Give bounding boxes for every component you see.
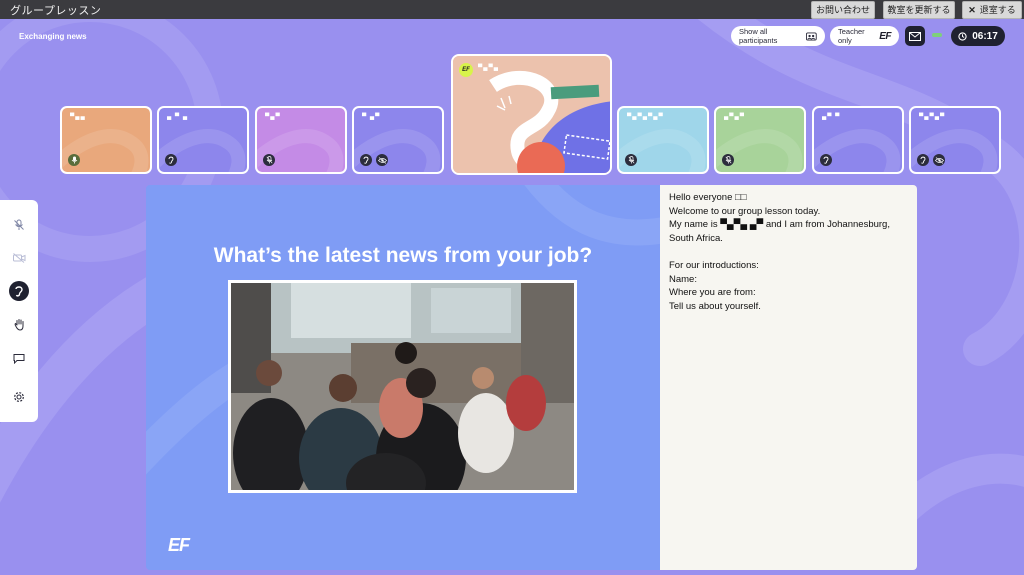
lesson-timer: 06:17	[951, 26, 1005, 46]
teacher-only-button[interactable]: Teacher only EF	[830, 26, 899, 46]
chat-line: South Africa.	[669, 232, 723, 244]
lesson-title: Exchanging news	[19, 32, 87, 41]
raise-hand-button[interactable]	[9, 314, 29, 334]
audience-photo-placeholder	[231, 283, 574, 490]
participant-status-icons	[68, 154, 80, 166]
participant-status-icons	[165, 154, 177, 166]
exit-button-label: 退室する	[979, 5, 1016, 15]
participant-name: ▄▀ ▀	[822, 114, 841, 120]
refresh-button-label: 教室を更新する	[887, 5, 951, 15]
participant-status-icons	[360, 154, 388, 166]
listen-mode-button[interactable]	[9, 281, 29, 301]
window-titlebar: グループレッスン お問い合わせ 教室を更新する ✕ 退室する	[0, 0, 1024, 19]
participant-status-icons	[917, 154, 945, 166]
teacher-video-placeholder	[453, 56, 610, 173]
participant-name: ▀▄▄	[70, 114, 86, 120]
show-all-label: Show all participants	[739, 27, 778, 45]
chat-icon	[13, 353, 25, 364]
ear-icon	[820, 154, 832, 166]
participant-name: ▀ ▄▀	[362, 114, 381, 120]
window-title: グループレッスン	[10, 4, 102, 17]
chat-line: Hello everyone □□	[669, 192, 747, 203]
participant-name: ▄▀▄▀	[724, 114, 746, 120]
chat-line: Tell us about yourself.	[669, 300, 761, 312]
participant-name: ▀▄▀	[265, 114, 281, 120]
chat-line: Welcome to our group lesson today.	[669, 205, 821, 217]
participants-icon	[806, 31, 817, 41]
teacher-video-tile[interactable]: EF ▀▄▀▄	[451, 54, 612, 175]
contact-button-label: お問い合わせ	[815, 5, 870, 15]
camera-off-icon	[12, 253, 25, 263]
participant-tile[interactable]: ▄▀ ▀	[812, 106, 904, 174]
participant-tile[interactable]: ▄ ▀ ▄	[157, 106, 249, 174]
ear-icon	[360, 154, 372, 166]
ear-icon	[917, 154, 929, 166]
participant-name: ▄ ▀ ▄	[167, 114, 189, 120]
ef-slide-logo: EF	[168, 535, 190, 555]
participant-status-icons	[625, 154, 637, 166]
slide-heading: What’s the latest news from your job?	[213, 244, 593, 267]
mic-off-icon	[625, 154, 637, 166]
camera-toggle-button[interactable]	[9, 248, 29, 268]
teacher-ef-badge: EF	[459, 63, 473, 77]
mute-microphone-button[interactable]	[9, 215, 29, 235]
chat-line: Where you are from:	[669, 287, 756, 299]
chat-line: My name is ▀▄▀▄ ▄▀ and I am from Johanne…	[669, 219, 890, 231]
mic-off-icon	[263, 154, 275, 166]
timer-value: 06:17	[972, 30, 998, 42]
teacher-name: ▀▄▀▄	[478, 65, 500, 71]
eye-off-icon	[933, 154, 945, 166]
connection-status-indicator	[932, 33, 942, 37]
ef-logo-icon: EF	[879, 30, 891, 42]
left-toolbar	[0, 200, 38, 422]
teacher-only-label: Teacher only	[838, 27, 865, 45]
mic-off-icon	[14, 219, 24, 230]
participant-tile[interactable]: ▀▄▀▄▀▄▀	[617, 106, 709, 174]
mic-icon	[68, 154, 80, 166]
chat-line: For our introductions:	[669, 259, 759, 271]
contact-button[interactable]: お問い合わせ	[811, 1, 875, 19]
participant-name: ▀▄▀▄▀	[919, 114, 946, 120]
eye-off-icon	[376, 154, 388, 166]
exit-button[interactable]: ✕ 退室する	[962, 1, 1022, 19]
participant-status-icons	[722, 154, 734, 166]
chat-line: Name:	[669, 273, 697, 285]
participant-status-icons	[820, 154, 832, 166]
chat-panel: Hello everyone □□ Welcome to our group le…	[660, 185, 917, 570]
close-icon: ✕	[968, 5, 976, 15]
participant-tile[interactable]: ▀▄▀▄▀	[909, 106, 1001, 174]
mic-off-icon	[722, 154, 734, 166]
participant-tile[interactable]: ▄▀▄▀	[714, 106, 806, 174]
settings-icon	[14, 392, 24, 402]
messages-button[interactable]	[905, 26, 925, 46]
chat-line	[669, 245, 909, 259]
ear-icon	[165, 154, 177, 166]
chat-message: Hello everyone □□ Welcome to our group le…	[669, 191, 909, 313]
participant-status-icons	[263, 154, 275, 166]
participant-tile[interactable]: ▀▄▄	[60, 106, 152, 174]
participant-name: ▀▄▀▄▀▄▀	[627, 114, 664, 120]
participant-tile[interactable]: ▀▄▀	[255, 106, 347, 174]
refresh-classroom-button[interactable]: 教室を更新する	[883, 1, 955, 19]
settings-button[interactable]	[9, 387, 29, 407]
ear-icon	[15, 286, 23, 297]
raise-hand-icon	[14, 318, 23, 331]
show-all-participants-button[interactable]: Show all participants	[731, 26, 825, 46]
slide-photo	[228, 280, 577, 493]
clock-icon	[958, 31, 967, 41]
participant-tile[interactable]: ▀ ▄▀	[352, 106, 444, 174]
mail-icon	[909, 31, 921, 41]
chat-button[interactable]	[9, 348, 29, 368]
